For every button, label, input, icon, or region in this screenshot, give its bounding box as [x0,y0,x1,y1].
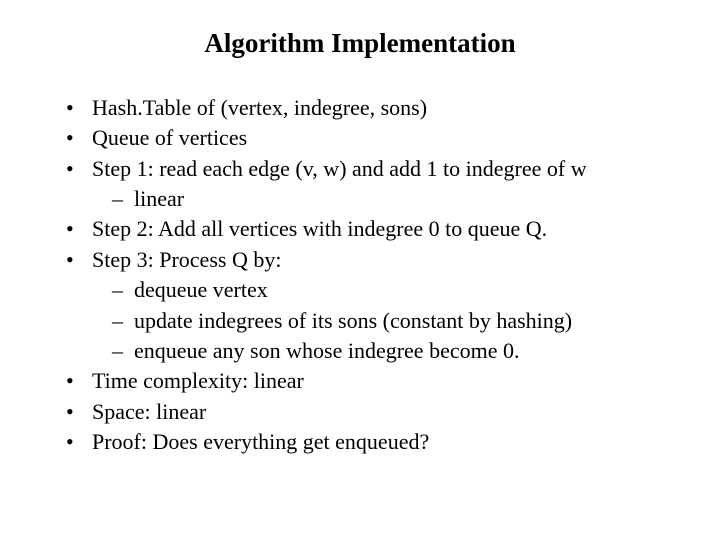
bullet-text: update indegrees of its sons (constant b… [134,308,572,333]
list-item: linear [112,184,672,214]
bullet-text: Step 2: Add all vertices with indegree 0… [92,216,547,241]
bullet-list: Hash.Table of (vertex, indegree, sons) Q… [48,93,672,457]
list-item: update indegrees of its sons (constant b… [112,306,672,336]
slide-body: Hash.Table of (vertex, indegree, sons) Q… [48,93,672,457]
sub-bullet-list: dequeue vertex update indegrees of its s… [92,275,672,366]
list-item: dequeue vertex [112,275,672,305]
sub-bullet-list: linear [92,184,672,214]
bullet-text: Time complexity: linear [92,368,304,393]
slide-title: Algorithm Implementation [48,28,672,59]
bullet-text: Queue of vertices [92,125,247,150]
list-item: Time complexity: linear [66,366,672,396]
bullet-text: dequeue vertex [134,277,268,302]
list-item: enqueue any son whose indegree become 0. [112,336,672,366]
bullet-text: Step 3: Process Q by: [92,247,281,272]
bullet-text: Proof: Does everything get enqueued? [92,429,429,454]
list-item: Queue of vertices [66,123,672,153]
list-item: Space: linear [66,397,672,427]
list-item: Proof: Does everything get enqueued? [66,427,672,457]
list-item: Step 3: Process Q by: dequeue vertex upd… [66,245,672,366]
list-item: Step 2: Add all vertices with indegree 0… [66,214,672,244]
bullet-text: Hash.Table of (vertex, indegree, sons) [92,95,427,120]
list-item: Step 1: read each edge (v, w) and add 1 … [66,154,672,215]
bullet-text: Step 1: read each edge (v, w) and add 1 … [92,156,587,181]
list-item: Hash.Table of (vertex, indegree, sons) [66,93,672,123]
bullet-text: linear [134,186,184,211]
bullet-text: Space: linear [92,399,206,424]
bullet-text: enqueue any son whose indegree become 0. [134,338,519,363]
